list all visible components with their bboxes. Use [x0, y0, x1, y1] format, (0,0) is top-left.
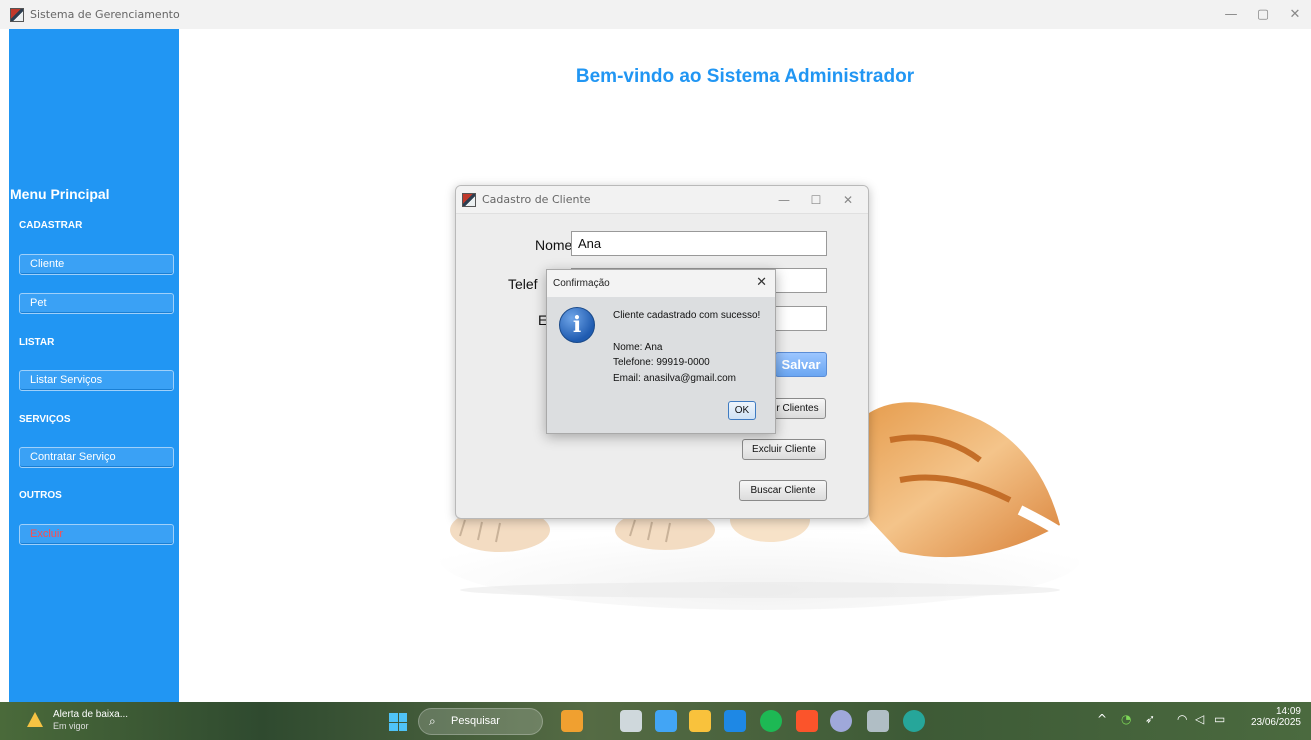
- listar-clientes-button[interactable]: r Clientes: [769, 398, 826, 419]
- telefone-label: Telef: [508, 276, 538, 292]
- dialog-email-line: Email: anasilva@gmail.com: [613, 373, 736, 384]
- menu-title: Menu Principal: [10, 186, 110, 202]
- java-app-taskbar-icon[interactable]: [867, 710, 889, 732]
- tray-chevron-icon[interactable]: ^: [1097, 712, 1107, 726]
- app-titlebar: Sistema de Gerenciamento — ▢ ✕: [0, 0, 1311, 29]
- info-icon: i: [559, 307, 595, 343]
- taskbar-search[interactable]: ⌕ Pesquisar: [418, 708, 543, 735]
- close-button[interactable]: ✕: [1279, 0, 1311, 29]
- contratar-servico-button[interactable]: Contratar Serviço: [19, 447, 174, 468]
- volume-icon[interactable]: ◁: [1195, 712, 1204, 726]
- warning-icon: [27, 712, 43, 727]
- battery-icon[interactable]: ▭: [1214, 712, 1225, 726]
- search-icon: ⌕: [429, 714, 436, 728]
- app-tray-icon[interactable]: ◔: [1121, 712, 1131, 726]
- cliente-button[interactable]: Cliente: [19, 254, 174, 275]
- windows-taskbar: Alerta de baixa... Em vigor ⌕ Pesquisar …: [0, 702, 1311, 740]
- window-title: Sistema de Gerenciamento: [30, 8, 180, 21]
- maximize-button[interactable]: ▢: [1247, 0, 1279, 29]
- dialog-nome-line: Nome: Ana: [613, 342, 663, 353]
- section-label-outros: OUTROS: [19, 490, 62, 501]
- dialog-close-icon[interactable]: ✕: [756, 275, 767, 290]
- nome-input[interactable]: Ana: [571, 231, 827, 256]
- minimize-button[interactable]: —: [768, 186, 800, 214]
- dialog-message: Cliente cadastrado com sucesso!: [613, 310, 761, 321]
- cadastro-title: Cadastro de Cliente: [482, 193, 591, 206]
- brave-browser-icon[interactable]: [796, 710, 818, 732]
- clock-date: 23/06/2025: [1250, 717, 1301, 728]
- search-label: Pesquisar: [451, 715, 500, 727]
- pet-button[interactable]: Pet: [19, 293, 174, 314]
- buscar-cliente-button[interactable]: Buscar Cliente: [739, 480, 827, 501]
- widgets-app-icon[interactable]: [561, 710, 583, 732]
- maximize-button[interactable]: ☐: [800, 186, 832, 214]
- weather-alert-widget[interactable]: Alerta de baixa... Em vigor: [27, 706, 167, 736]
- wifi-icon[interactable]: ◠: [1177, 712, 1187, 726]
- section-label-listar: LISTAR: [19, 337, 55, 348]
- excluir-cliente-button[interactable]: Excluir Cliente: [742, 439, 826, 460]
- section-label-servicos: SERVIÇOS: [19, 414, 71, 425]
- java-app-icon: [462, 192, 476, 207]
- file-explorer-icon[interactable]: [689, 710, 711, 732]
- alert-title: Alerta de baixa...: [53, 709, 129, 720]
- ok-button[interactable]: OK: [728, 401, 756, 420]
- cadastro-window-controls: — ☐ ✕: [768, 186, 864, 214]
- copilot-app-icon[interactable]: [655, 710, 677, 732]
- welcome-heading: Bem-vindo ao Sistema Administrador: [575, 66, 915, 87]
- alert-subtitle: Em vigor: [53, 721, 89, 731]
- excluir-button[interactable]: Excluir: [19, 524, 174, 545]
- sidebar: Menu Principal CADASTRAR Cliente Pet LIS…: [9, 29, 179, 702]
- close-button[interactable]: ✕: [832, 186, 864, 214]
- microsoft-store-icon[interactable]: [724, 710, 746, 732]
- minimize-button[interactable]: —: [1215, 0, 1247, 29]
- cadastro-titlebar: Cadastro de Cliente — ☐ ✕: [456, 186, 868, 214]
- dialog-titlebar: Confirmação ✕: [547, 270, 775, 297]
- location-icon[interactable]: ➶: [1145, 712, 1155, 726]
- task-view-icon[interactable]: [620, 710, 642, 732]
- window-controls: — ▢ ✕: [1215, 0, 1311, 29]
- java-coffee-icon[interactable]: [830, 710, 852, 732]
- listar-servicos-button[interactable]: Listar Serviços: [19, 370, 174, 391]
- java-app-icon: [10, 7, 24, 22]
- dialog-title: Confirmação: [553, 278, 610, 289]
- clock-time: 14:09: [1275, 706, 1301, 717]
- dialog-telefone-line: Telefone: 99919-0000: [613, 357, 710, 368]
- confirmacao-dialog: Confirmação ✕ i Cliente cadastrado com s…: [546, 269, 776, 434]
- spotify-app-icon[interactable]: [760, 710, 782, 732]
- section-label-cadastrar: CADASTRAR: [19, 220, 83, 231]
- edge-browser-icon[interactable]: [903, 710, 925, 732]
- taskbar-clock[interactable]: 14:09 23/06/2025: [1251, 706, 1301, 728]
- salvar-button[interactable]: Salvar: [775, 352, 827, 377]
- windows-start-icon[interactable]: [389, 713, 407, 731]
